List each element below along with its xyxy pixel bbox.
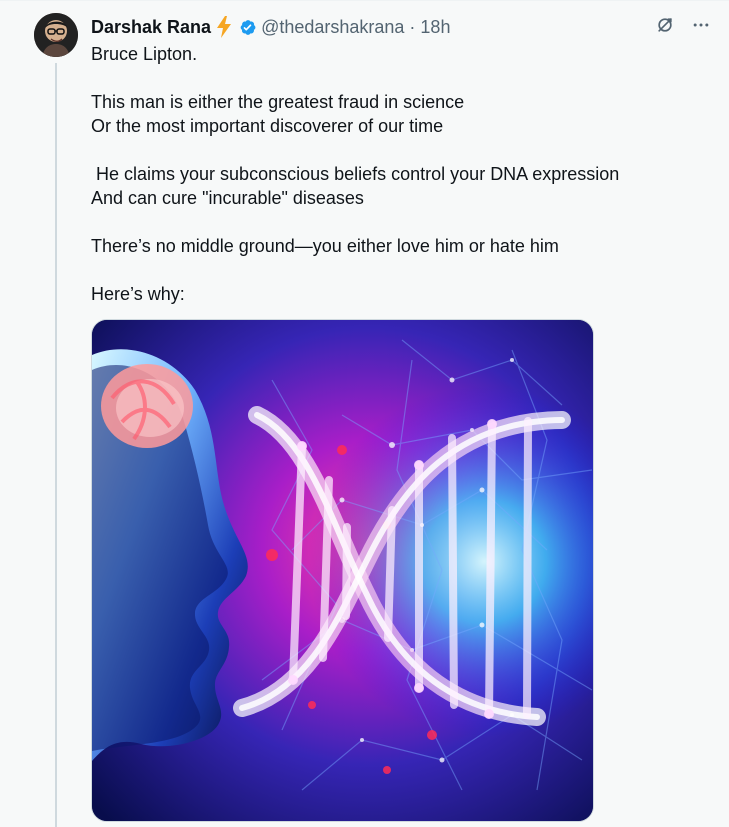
tweet-header: Darshak Rana @thedarshakrana · 18h [91, 16, 450, 38]
header-separator: · [409, 17, 416, 37]
author-handle[interactable]: @thedarshakrana [261, 16, 404, 38]
tweet-header-actions [655, 15, 711, 35]
avatar[interactable] [34, 13, 78, 57]
lightning-icon [215, 16, 233, 38]
tweet-card[interactable]: Darshak Rana @thedarshakrana · 18h Bruce… [0, 0, 729, 827]
more-icon[interactable] [691, 15, 711, 35]
thread-line [55, 63, 57, 827]
tweet-image[interactable] [91, 319, 594, 822]
dna-image [92, 320, 593, 821]
grok-icon[interactable] [655, 15, 675, 35]
verified-badge-icon[interactable] [236, 17, 257, 38]
tweet-time[interactable]: 18h [420, 16, 450, 38]
tweet-text: Bruce Lipton. This man is either the gre… [91, 44, 620, 304]
author-display-name[interactable]: Darshak Rana [91, 16, 211, 38]
